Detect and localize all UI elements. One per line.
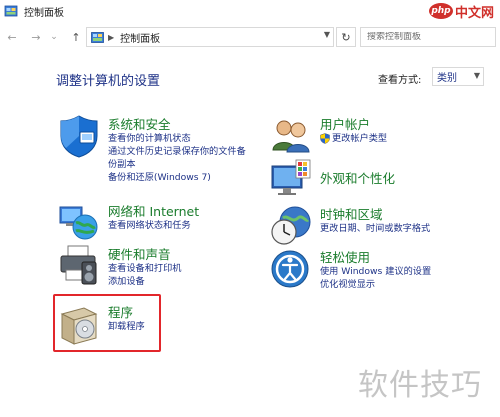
clock-globe-icon[interactable] xyxy=(270,204,312,248)
user-accounts-links: 更改帐户类型 xyxy=(320,132,387,145)
search-input[interactable] xyxy=(361,32,495,42)
link-windows-recommended-settings[interactable]: 使用 Windows 建议的设置 xyxy=(320,265,431,278)
system-security-links: 查看你的计算机状态 通过文件历史记录保存你的文件备 份副本 备份和还原(Wind… xyxy=(108,132,246,184)
link-change-account-type[interactable]: 更改帐户类型 xyxy=(320,132,387,145)
clock-region-links: 更改日期、时间或数字格式 xyxy=(320,222,430,235)
printer-speaker-icon[interactable] xyxy=(58,244,100,288)
brand-text: 中文网 xyxy=(454,5,494,21)
ease-of-access-icon[interactable] xyxy=(270,247,312,291)
category-title-appearance[interactable]: 外观和个性化 xyxy=(320,168,395,187)
title-bar: 控制面板 php 中文网 xyxy=(0,0,500,22)
category-network-internet: 网络和 Internet 查看网络状态和任务 xyxy=(58,201,258,241)
up-arrow-icon[interactable]: ↑ xyxy=(68,29,84,45)
category-hardware-sound: 硬件和声音 查看设备和打印机 添加设备 xyxy=(58,244,258,292)
category-title-network-internet[interactable]: 网络和 Internet xyxy=(108,201,199,220)
refresh-button[interactable]: ↻ xyxy=(336,27,356,47)
navigation-bar: ← → ⌄ ↑ ▶ 控制面板 ▼ ↻ xyxy=(0,24,500,50)
category-user-accounts: 用户帐户 更改帐户类型 xyxy=(270,114,490,154)
network-globe-icon[interactable] xyxy=(58,201,100,245)
control-panel-icon xyxy=(4,5,18,17)
view-by-label: 查看方式: xyxy=(378,75,422,86)
category-title-ease-of-access[interactable]: 轻松使用 xyxy=(320,247,370,266)
forward-arrow-icon[interactable]: → xyxy=(28,29,44,45)
view-by-select[interactable]: 类别 ▼ xyxy=(432,67,484,86)
link-view-devices-printers[interactable]: 查看设备和打印机 xyxy=(108,262,182,275)
network-internet-links: 查看网络状态和任务 xyxy=(108,219,191,232)
php-logo: php xyxy=(428,3,453,19)
category-title-hardware-sound[interactable]: 硬件和声音 xyxy=(108,244,171,263)
link-change-date-time-format[interactable]: 更改日期、时间或数字格式 xyxy=(320,222,430,235)
search-box[interactable] xyxy=(360,27,496,47)
address-bar[interactable]: ▶ 控制面板 ▼ xyxy=(86,27,334,47)
control-panel-location-icon xyxy=(91,31,104,43)
link-view-network-status[interactable]: 查看网络状态和任务 xyxy=(108,219,191,232)
page-title: 调整计算机的设置 xyxy=(56,74,161,89)
view-by-chevron-icon[interactable]: ▼ xyxy=(474,71,480,80)
user-accounts-icon[interactable] xyxy=(270,114,312,158)
back-arrow-icon[interactable]: ← xyxy=(4,29,20,45)
uac-shield-icon xyxy=(320,133,330,144)
appearance-monitor-icon[interactable] xyxy=(270,158,312,202)
recent-locations-chevron-icon[interactable]: ⌄ xyxy=(46,29,62,45)
watermark-text: 软件技巧 xyxy=(358,368,482,403)
link-file-history-backup-continued[interactable]: 份副本 xyxy=(108,158,246,171)
ease-of-access-links: 使用 Windows 建议的设置 优化视觉显示 xyxy=(320,265,431,291)
breadcrumb-separator-icon[interactable]: ▶ xyxy=(108,33,114,42)
window-title: 控制面板 xyxy=(24,7,64,19)
link-add-device[interactable]: 添加设备 xyxy=(108,275,182,288)
category-title-system-security[interactable]: 系统和安全 xyxy=(108,114,171,133)
php-cn-logo: php 中文网 xyxy=(428,1,494,21)
category-title-clock-region[interactable]: 时钟和区域 xyxy=(320,204,383,223)
address-dropdown-chevron-icon[interactable]: ▼ xyxy=(324,30,330,39)
category-title-user-accounts[interactable]: 用户帐户 xyxy=(320,114,370,133)
link-view-computer-status[interactable]: 查看你的计算机状态 xyxy=(108,132,246,145)
link-backup-restore[interactable]: 备份和还原(Windows 7) xyxy=(108,171,246,184)
link-file-history-backup[interactable]: 通过文件历史记录保存你的文件备 xyxy=(108,145,246,158)
category-ease-of-access: 轻松使用 使用 Windows 建议的设置 优化视觉显示 xyxy=(270,247,490,297)
category-appearance-personalization: 外观和个性化 xyxy=(270,158,490,198)
link-optimize-visual-display[interactable]: 优化视觉显示 xyxy=(320,278,431,291)
breadcrumb-control-panel[interactable]: 控制面板 xyxy=(120,30,160,45)
link-change-account-type-label[interactable]: 更改帐户类型 xyxy=(332,133,387,144)
hardware-sound-links: 查看设备和打印机 添加设备 xyxy=(108,262,182,288)
category-clock-region: 时钟和区域 更改日期、时间或数字格式 xyxy=(270,204,490,245)
highlight-box-programs xyxy=(53,294,161,352)
category-system-security: 系统和安全 查看你的计算机状态 通过文件历史记录保存你的文件备 份副本 备份和还… xyxy=(58,114,258,194)
security-shield-icon[interactable] xyxy=(58,114,100,158)
view-by-value[interactable]: 类别 xyxy=(437,69,457,84)
